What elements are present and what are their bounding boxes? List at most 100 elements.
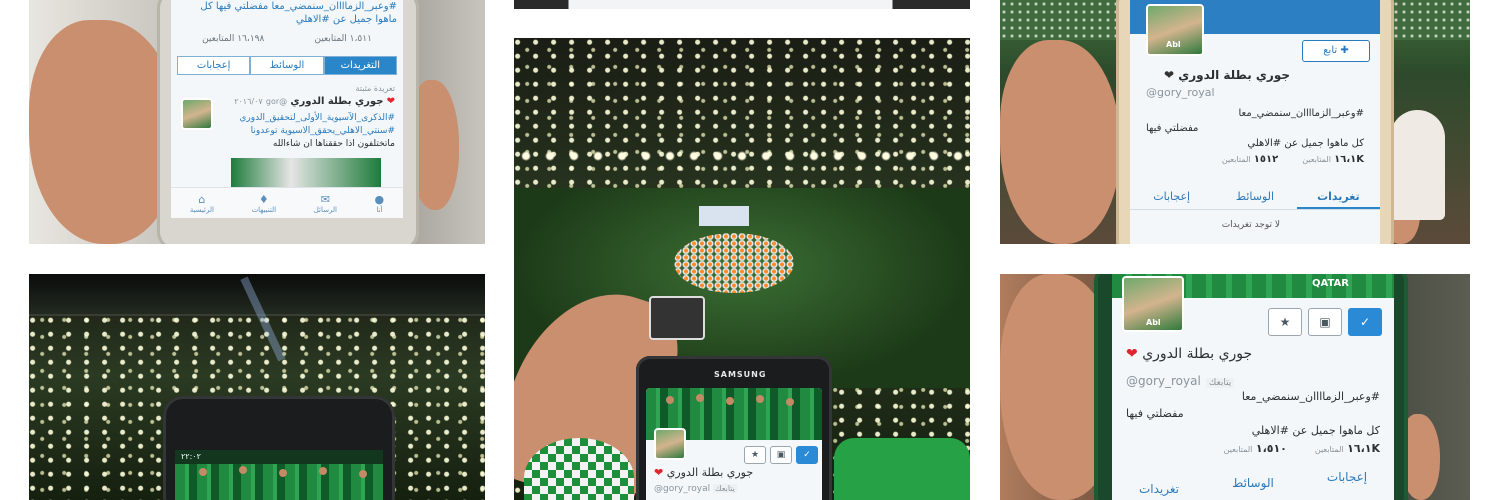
- empty-state: لا توجد تغريدات: [1221, 220, 1280, 230]
- followers-count: ١٦،١K: [1334, 154, 1364, 165]
- profile-tabs: إعجابات الوسائط تغريدات: [1112, 470, 1394, 496]
- following-button[interactable]: ✓: [796, 446, 818, 464]
- follow-button-label: تابع: [1323, 45, 1338, 56]
- photo-tile-top-right: Abl تابع ✚ جوري بطلة الدوري ❤ @gory_roya…: [1000, 0, 1470, 244]
- bio-line: #وعبر_الزماااان_سنمضي_معا: [1238, 108, 1364, 119]
- bio-line: كل ماهوا جميل عن #الاهلي: [1247, 138, 1364, 149]
- following-stat: ١،٥١٠ المتابعين: [1224, 442, 1287, 455]
- dm-icon[interactable]: ▣: [770, 446, 792, 464]
- star-icon[interactable]: ★: [744, 446, 766, 464]
- follows-you-badge: يتابعك: [712, 484, 737, 493]
- tab-tweets[interactable]: تغريدات: [1112, 470, 1206, 496]
- profile-tabs: إعجابات الوسائط التغريدات: [177, 56, 397, 75]
- following-count: ١،٥١٠: [1255, 442, 1287, 455]
- profile-bio: #وعبر_الزماااان_سنمضي_معا مفضلتي فيها كل…: [200, 1, 397, 25]
- stats-row: ١٦،١K المتابعين ١٥١٢ المتابعين: [1146, 154, 1364, 165]
- nav-messages[interactable]: ✉ الرسائل: [314, 193, 337, 214]
- nav-home-label: الرئيسية: [189, 205, 214, 214]
- nav-home[interactable]: ⌂ الرئيسية: [190, 193, 214, 214]
- photo-tile-bottom-right: QATAR Abl ✓ ▣ ★ ❤ جوري بطلة الدوري @gory…: [1000, 274, 1470, 500]
- tab-tweets[interactable]: تغريدات: [1296, 186, 1380, 209]
- followers-stat: ١٦،١K المتابعين: [1315, 442, 1380, 455]
- profile-bio: #وعبر_الزماااان_سنمضي_معا مفضلتي فيها كل…: [1146, 106, 1364, 151]
- profile-handle: @gory_royal: [654, 484, 711, 494]
- smartphone: ٢٢:٠٢: [163, 396, 395, 500]
- followers-label: المتابعين: [1314, 445, 1344, 454]
- profile-bio: #وعبر_الزماااان_سنمضي_معا مفضلتي فيها كل…: [1126, 388, 1380, 439]
- pinned-label: تغريدة مثبتة: [355, 84, 395, 93]
- nav-me-label: أنا: [376, 205, 383, 214]
- tweet-author-handle: @gor: [265, 97, 288, 106]
- tweet-author-name: جوري بطلة الدوري: [290, 96, 384, 107]
- phone-brand: SAMSUNG: [714, 370, 767, 379]
- bio-line: كل ماهوا جميل عن #الاهلي: [1251, 424, 1380, 437]
- hand: [1000, 40, 1120, 244]
- bottom-nav: ⌂ الرئيسية ♦ التنبيهات ✉ الرسائل ● أنا: [171, 187, 403, 218]
- tweet-date: ٢٠١٦/٠٧: [234, 97, 263, 106]
- nav-me[interactable]: ● أنا: [375, 193, 385, 214]
- dm-icon[interactable]: ▣: [1308, 308, 1342, 336]
- tab-media[interactable]: الوسائط: [1206, 470, 1300, 496]
- tab-likes[interactable]: إعجابات: [177, 56, 251, 75]
- profile-handle: @gory_royal: [1146, 86, 1215, 99]
- home-icon: ⌂: [198, 192, 206, 206]
- player: [756, 395, 764, 403]
- mail-icon: ✉: [320, 192, 330, 206]
- samsung-phone: SAMSUNG ✓ ▣ ★ ❤ جوري بطلة الدوري @gory_r…: [636, 356, 832, 500]
- bio-line: مفضلتي فيها: [1126, 407, 1184, 420]
- crowd-on-pitch: [674, 233, 794, 293]
- smartphone: QATAR Abl ✓ ▣ ★ ❤ جوري بطلة الدوري @gory…: [1094, 274, 1408, 500]
- tab-tweets[interactable]: التغريدات: [323, 56, 397, 75]
- twitter-profile-screen: ✓ ▣ ★ ❤ جوري بطلة الدوري @gory_royal يتا…: [646, 388, 822, 500]
- follow-button[interactable]: تابع ✚: [1302, 40, 1370, 62]
- profile-name: جوري بطلة الدوري: [1142, 346, 1253, 362]
- tweet-header: ❤ جوري بطلة الدوري @gor ٢٠١٦/٠٧: [215, 96, 395, 107]
- spectator: [834, 438, 970, 500]
- nav-notifications[interactable]: ♦ التنبيهات: [252, 193, 276, 214]
- tweet-image: [231, 158, 381, 188]
- following-label: المتابعين: [1221, 155, 1251, 164]
- tab-likes[interactable]: إعجابات: [1130, 186, 1213, 209]
- nav-messages-label: الرسائل: [313, 205, 337, 214]
- banner-text: QATAR: [1312, 278, 1349, 289]
- background-phone: [649, 296, 705, 340]
- star-icon[interactable]: ★: [1268, 308, 1302, 336]
- tweet-line: #سنتي_الاهلي_يحقق_الاسيوية توعدونا: [250, 126, 395, 136]
- heart-icon: ❤: [1164, 68, 1175, 82]
- profile-name: جوري بطلة الدوري: [1178, 68, 1290, 82]
- following-count: ١٥١٢: [1253, 154, 1279, 165]
- tab-likes[interactable]: إعجابات: [1300, 470, 1394, 496]
- player: [199, 468, 207, 476]
- profile-handle: @gory_royal: [1126, 374, 1201, 388]
- following-stat: ١،٥١١ المتابعين: [314, 34, 372, 44]
- tweet-line: ماتختلفون اذا حققناها ان شاءالله: [272, 139, 395, 149]
- player: [696, 394, 704, 402]
- add-user-icon: ✚: [1340, 45, 1349, 56]
- stats-row: ١٦،١٩٨ المتابعين ١،٥١١ المتابعين: [177, 34, 397, 44]
- photo-tile-bottom-left: ٢٢:٠٢: [29, 274, 485, 500]
- twitter-profile-screen: #وعبر_الزماااان_سنمضي_معا مفضلتي فيها كل…: [171, 0, 403, 218]
- player: [359, 470, 367, 478]
- following-label: المتابعين: [1223, 445, 1253, 454]
- stats-row: ١٦،١K المتابعين ١،٥١٠ المتابعين: [1126, 442, 1380, 455]
- bell-icon: ♦: [258, 192, 269, 206]
- profile-name-row: جوري بطلة الدوري ❤: [1146, 68, 1290, 82]
- stage: [699, 206, 749, 226]
- twitter-profile-screen: QATAR Abl ✓ ▣ ★ ❤ جوري بطلة الدوري @gory…: [1112, 274, 1394, 500]
- profile-handle-row: @gory_royal يتابعك: [1126, 370, 1235, 389]
- phone-screen: ٢٢:٠٢: [175, 450, 383, 500]
- followers-label: المتابعين: [1302, 155, 1331, 164]
- followers-stat: ١٦،١K المتابعين: [1302, 154, 1364, 165]
- heart-icon: ❤: [1126, 346, 1138, 362]
- bio-line: #وعبر_الزماااان_سنمضي_معا: [1241, 390, 1380, 403]
- tab-media[interactable]: الوسائط: [250, 56, 324, 75]
- following-button[interactable]: ✓: [1348, 308, 1382, 336]
- photo-tile-top-left: #وعبر_الزماااان_سنمضي_معا مفضلتي فيها كل…: [29, 0, 485, 244]
- profile-tabs: تغريدات الوسائط إعجابات: [1130, 186, 1380, 210]
- stadium-lights-row: [514, 148, 970, 164]
- tab-media[interactable]: الوسائط: [1213, 186, 1296, 209]
- heart-icon: ❤: [654, 466, 664, 479]
- tweet-body: #الذكرى_الآسيوية_الأولى_لتحقيق_الدوري #س…: [215, 112, 395, 151]
- person-icon: ●: [374, 192, 385, 206]
- smartphone: Abl تابع ✚ جوري بطلة الدوري ❤ @gory_roya…: [1116, 0, 1394, 244]
